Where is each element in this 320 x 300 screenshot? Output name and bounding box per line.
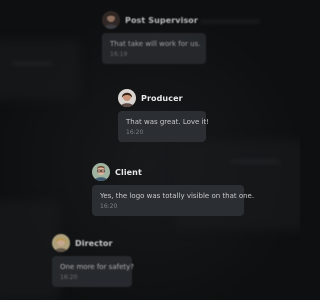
- avatar-producer-icon: [118, 89, 136, 107]
- message-author: Client: [115, 167, 142, 177]
- message-timestamp: 16:20: [100, 203, 118, 210]
- message-author: Director: [75, 238, 113, 248]
- background-panel: [0, 200, 60, 300]
- message-bubble: That take will work for us. 16:19: [102, 33, 206, 64]
- message-header: Director: [52, 233, 132, 253]
- chat-message: Client Yes, the logo was totally visible…: [92, 162, 255, 216]
- background-line: [12, 62, 52, 65]
- message-author: Producer: [141, 93, 183, 103]
- message-bubble: That was great. Love it! 16:20: [118, 111, 210, 142]
- avatar-director-icon: [52, 234, 70, 252]
- message-bubble: Yes, the logo was totally visible on tha…: [92, 185, 255, 216]
- avatar-post-supervisor-icon: [102, 11, 120, 29]
- background-panel: [0, 40, 80, 100]
- message-header: Producer: [118, 88, 206, 108]
- message-timestamp: 16:20: [126, 129, 144, 136]
- message-header: Post Supervisor: [102, 10, 206, 30]
- message-text: One more for safety?: [60, 263, 134, 271]
- message-text: Yes, the logo was totally visible on tha…: [100, 192, 255, 200]
- message-timestamp: 16:20: [60, 274, 78, 281]
- message-timestamp: 16:19: [110, 51, 128, 58]
- message-header: Client: [92, 162, 244, 182]
- message-text: That was great. Love it!: [126, 118, 210, 126]
- background-line: [200, 20, 260, 23]
- message-text: That take will work for us.: [110, 40, 201, 48]
- avatar-client-icon: [92, 163, 110, 181]
- message-author: Post Supervisor: [125, 15, 198, 25]
- chat-message: Producer That was great. Love it! 16:20: [118, 88, 210, 142]
- chat-overlay: Post Supervisor That take will work for …: [0, 0, 300, 300]
- message-bubble: One more for safety? 16:20: [52, 256, 134, 287]
- chat-message: Director One more for safety? 16:20: [52, 233, 134, 287]
- chat-message: Post Supervisor That take will work for …: [102, 10, 206, 64]
